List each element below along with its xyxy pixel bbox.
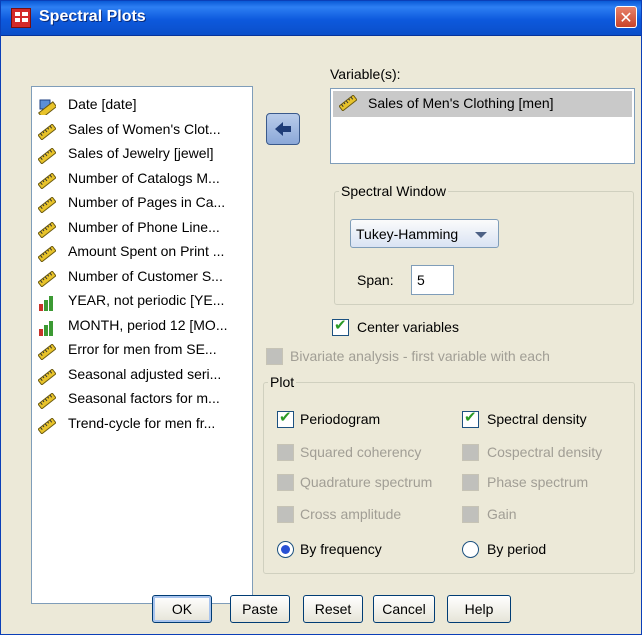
chevron-down-icon [475,232,487,238]
window-title: Spectral Plots [39,8,146,25]
cancel-button[interactable]: Cancel [373,595,435,623]
source-list-item-label: Sales of Women's Clot... [68,120,221,137]
center-variables-label: Center variables [357,319,459,335]
scale-ruler-icon [38,123,56,140]
checkmark-icon: ✔ [334,316,347,334]
move-variable-button[interactable] [266,113,300,145]
source-list-item-label: Seasonal adjusted seri... [68,365,222,382]
source-list-item-label: Trend-cycle for men fr... [68,414,216,431]
arrow-left-icon [275,122,291,136]
scale-ruler-icon [38,393,56,409]
phase-spectrum-label: Phase spectrum [487,474,589,490]
scale-ruler-icon [38,417,56,434]
periodogram-label: Periodogram [300,411,381,427]
source-list-item-label: Number of Customer S... [68,267,223,284]
center-variables-checkbox[interactable]: ✔ [332,316,349,336]
radio-dot-icon [281,545,290,554]
scale-ruler-icon [38,148,56,164]
spectral-window-legend: Spectral Window [341,183,447,199]
span-input[interactable]: 5 [411,265,454,295]
bivariate-label: Bivariate analysis - first variable with… [290,348,550,364]
paste-button[interactable]: Paste [230,595,290,623]
variables-list[interactable]: Sales of Men's Clothing [men] [330,88,635,164]
cross-amplitude-checkbox[interactable] [277,506,294,523]
title-bar[interactable]: Spectral Plots ✕ [1,1,641,36]
scale-ruler-icon [38,246,56,262]
squared-coherency-checkbox[interactable] [277,444,294,461]
spectral-window-value: Tukey-Hamming [356,226,459,242]
spectral-window-select[interactable]: Tukey-Hamming [350,219,499,248]
source-list-item-label: Date [date] [68,96,137,112]
spectral-density-label: Spectral density [487,411,587,427]
source-variable-list[interactable]: Date [date] Sales of Women's Clot... Sales… [31,86,253,604]
plot-legend: Plot [270,374,295,390]
source-list-item-label: YEAR, not periodic [YE... [68,292,225,308]
gain-label: Gain [487,506,517,522]
ordinal-bars-icon [39,296,53,311]
scale-ruler-icon [38,197,56,213]
ordinal-bars-icon [39,320,53,336]
spectral-density-checkbox[interactable]: ✔ [462,408,479,428]
close-icon: ✕ [619,8,633,27]
by-period-radio[interactable] [462,541,479,558]
scale-ruler-icon [38,221,56,238]
source-list-item-label: Amount Spent on Print ... [68,243,225,259]
cross-amplitude-label: Cross amplitude [300,506,402,522]
span-label: Span: [357,272,394,288]
by-period-label: By period [487,541,547,557]
reset-button[interactable]: Reset [303,595,363,623]
source-list-item-label: Seasonal factors for m... [68,390,220,406]
close-button[interactable]: ✕ [615,6,637,28]
ok-button[interactable]: OK [152,595,212,623]
source-list-item-label: Number of Phone Line... [68,218,220,235]
source-list-item-label: Number of Pages in Ca... [68,194,226,210]
variables-list-item[interactable]: Sales of Men's Clothing [men] [333,91,632,117]
scale-ruler-icon [38,368,56,385]
scale-ruler-icon [339,95,357,111]
date-ruler-icon [38,99,56,115]
source-list-item-label: Number of Catalogs M... [68,169,220,186]
checkmark-icon: ✔ [279,408,292,426]
gain-checkbox[interactable] [462,506,479,523]
source-list-item-label: MONTH, period 12 [MO... [68,316,228,333]
cospectral-density-checkbox[interactable] [462,444,479,461]
squared-coherency-label: Squared coherency [300,444,422,460]
quadrature-spectrum-checkbox[interactable] [277,474,294,491]
variables-label: Variable(s): [330,66,401,82]
by-frequency-radio[interactable] [277,541,294,558]
periodogram-checkbox[interactable]: ✔ [277,408,294,428]
spss-table-icon [11,8,31,28]
phase-spectrum-checkbox[interactable] [462,474,479,491]
source-list-item-label: Sales of Jewelry [jewel] [68,145,214,161]
quadrature-spectrum-label: Quadrature spectrum [300,474,433,490]
help-button[interactable]: Help [447,595,511,623]
bivariate-checkbox[interactable] [266,348,283,365]
scale-ruler-icon [38,270,56,287]
checkmark-icon: ✔ [464,408,477,426]
variables-list-item-label: Sales of Men's Clothing [men] [368,95,554,111]
cospectral-density-label: Cospectral density [487,444,603,460]
by-frequency-label: By frequency [300,541,382,557]
scale-ruler-icon [38,344,56,360]
source-list-item-label: Error for men from SE... [68,341,217,357]
spectral-plots-dialog: Spectral Plots ✕ Date [date] Sales of Wom… [0,0,642,635]
scale-ruler-icon [38,172,56,189]
